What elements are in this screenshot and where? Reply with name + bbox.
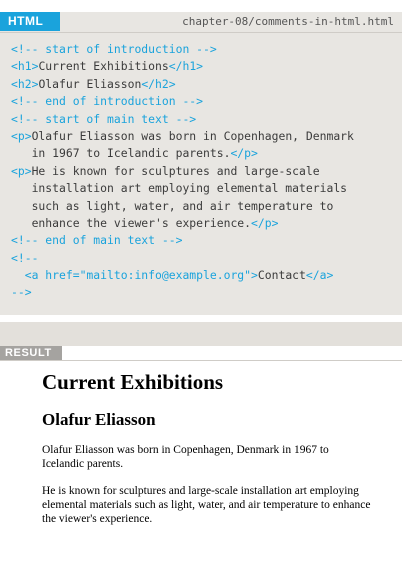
result-paragraph-1: Olafur Eliasson was born in Copenhagen, … <box>42 444 329 470</box>
code-line: <!-- <box>11 250 398 267</box>
code-markup-token: <!-- start of main text --> <box>11 111 197 126</box>
code-markup-token: <!-- start of introduction --> <box>11 42 217 56</box>
separator-band <box>0 322 402 346</box>
code-line: <h1>Current Exhibitions</h1> <box>11 58 398 75</box>
code-line: <!-- start of introduction --> <box>11 41 398 58</box>
code-markup-token: </p> <box>251 215 279 230</box>
code-text-token: He is known for sculptures and large-sca… <box>31 163 320 178</box>
code-line: enhance the viewer's experience.</p> <box>11 215 398 232</box>
code-markup-token: <h1> <box>11 59 39 74</box>
code-markup-token: <!-- end of introduction --> <box>11 94 204 109</box>
code-markup-token: </h1> <box>168 59 204 74</box>
code-text-token: installation art employing elemental mat… <box>11 181 348 196</box>
code-markup-token: </a> <box>305 268 334 283</box>
code-markup-token: <!-- <box>11 250 39 265</box>
code-line: <!-- end of introduction --> <box>11 93 398 110</box>
code-line: <!-- start of main text --> <box>11 111 398 128</box>
code-text-token: in 1967 to Icelandic parents. <box>11 146 231 161</box>
code-panel-header: HTML chapter-08/comments-in-html.html <box>0 12 402 33</box>
code-text-token: Contact <box>257 268 306 283</box>
code-line: <h2>Olafur Eliasson</h2> <box>11 76 398 93</box>
result-tab-label: RESULT <box>0 346 62 361</box>
code-text-token: such as light, water, and air temperatur… <box>11 198 334 213</box>
code-markup-token: <a href="mailto:info@example.org"> <box>11 268 258 283</box>
code-line: <a href="mailto:info@example.org">Contac… <box>11 267 398 284</box>
code-text-token: Olafur Eliasson <box>38 76 142 91</box>
code-markup-token: <!-- end of main text --> <box>11 233 183 248</box>
code-text-token: Olafur Eliasson was born in Copenhagen, … <box>31 128 354 143</box>
code-markup-token: --> <box>11 285 32 300</box>
code-markup-token: <p> <box>11 128 32 143</box>
code-line: <p>He is known for sculptures and large-… <box>11 163 398 180</box>
code-line: --> <box>11 284 398 301</box>
file-path: chapter-08/comments-in-html.html <box>182 15 394 28</box>
code-text-token: enhance the viewer's experience. <box>11 215 252 230</box>
code-line: <p>Olafur Eliasson was born in Copenhage… <box>11 128 398 145</box>
result-subheading: Olafur Eliasson <box>42 410 156 429</box>
code-markup-token: </p> <box>230 146 258 161</box>
code-panel: HTML chapter-08/comments-in-html.html <!… <box>0 12 402 315</box>
result-paragraph-2: He is known for sculptures and large-sca… <box>42 485 371 525</box>
code-markup-token: <h2> <box>11 76 39 91</box>
code-text-token: Current Exhibitions <box>38 59 169 74</box>
result-divider <box>0 360 402 361</box>
result-preview: Current Exhibitions Olafur Eliasson Olaf… <box>42 368 372 526</box>
code-line: installation art employing elemental mat… <box>11 180 398 197</box>
code-block: <!-- start of introduction --> <h1>Curren… <box>11 41 398 302</box>
code-line: in 1967 to Icelandic parents.</p> <box>11 145 398 162</box>
code-markup-token: </h2> <box>141 76 176 91</box>
code-line: such as light, water, and air temperatur… <box>11 198 398 215</box>
code-line: <!-- end of main text --> <box>11 232 398 249</box>
result-heading: Current Exhibitions <box>42 370 224 394</box>
html-tab-label: HTML <box>0 12 60 31</box>
code-markup-token: <p> <box>11 163 32 178</box>
